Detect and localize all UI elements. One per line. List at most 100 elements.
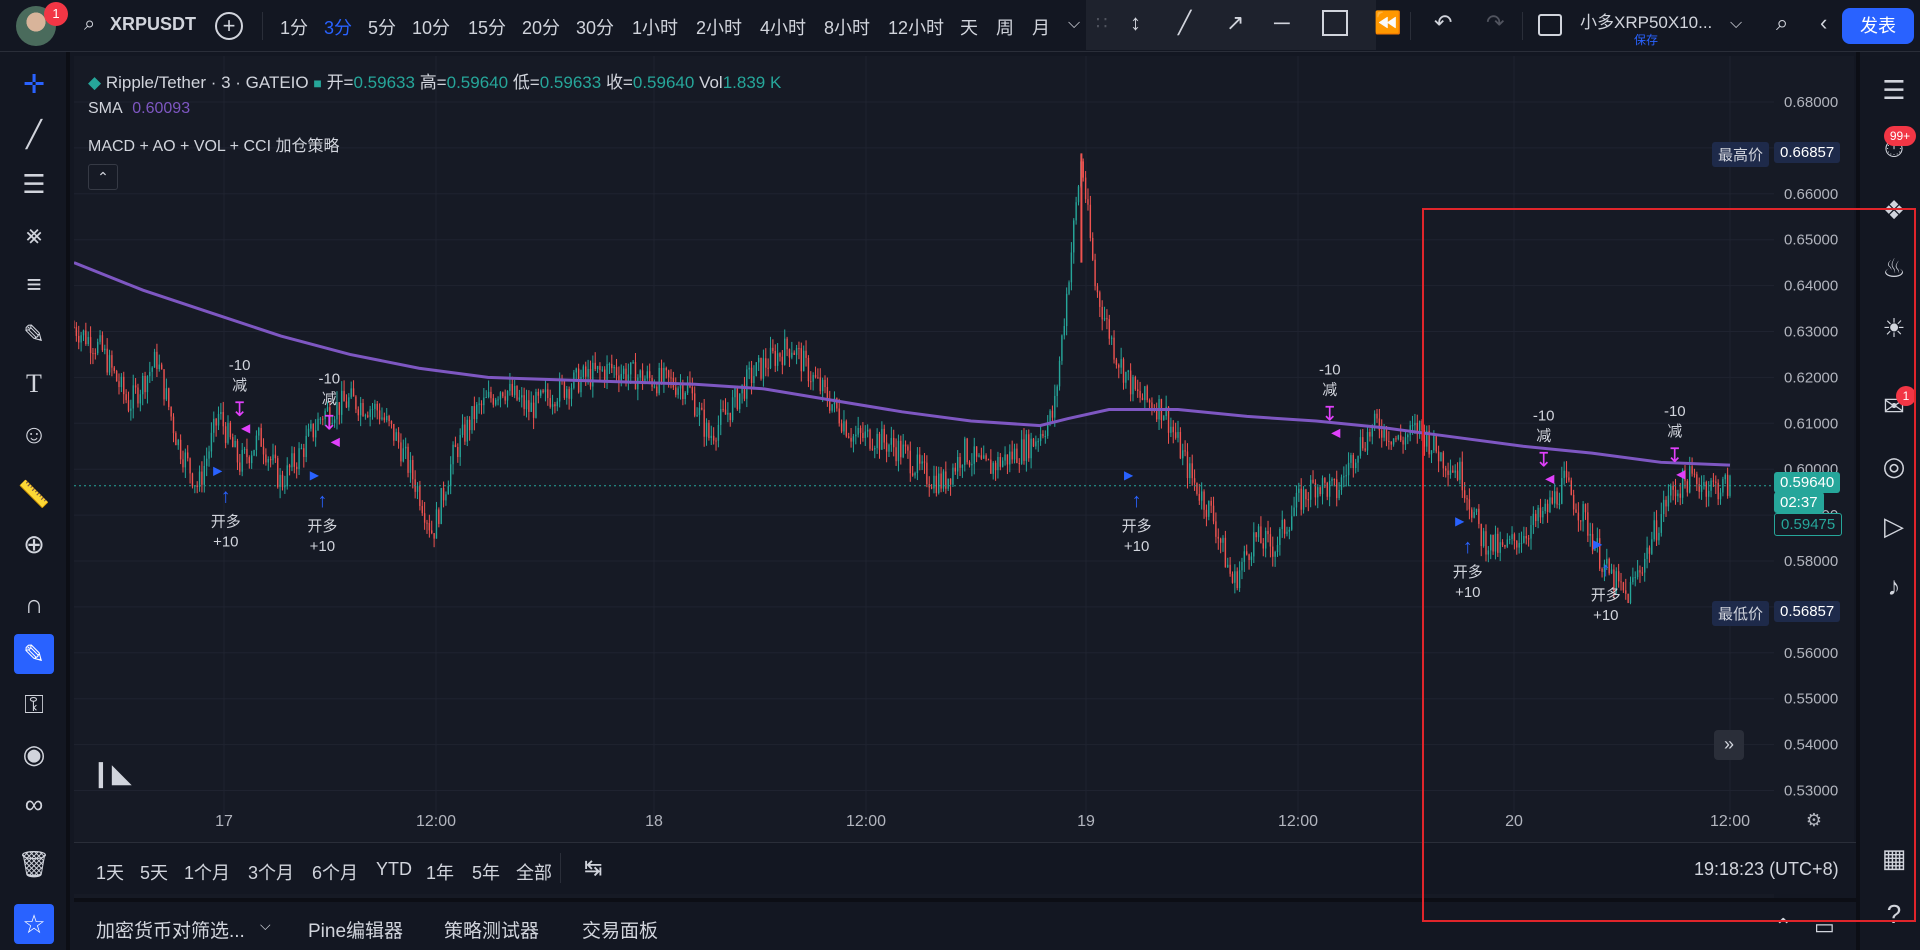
trend-line-icon[interactable]: ╱: [1178, 12, 1191, 34]
collapse-legend-button[interactable]: ⌃: [88, 164, 118, 190]
trend-line-tool-icon[interactable]: ╱: [14, 114, 54, 154]
strategy-legend[interactable]: MACD + AO + VOL + CCI 加仓策略: [88, 132, 339, 156]
legend-close-label: 收=: [605, 73, 633, 92]
lock-drawing-icon[interactable]: ✎: [14, 634, 54, 674]
search-icon[interactable]: ⌕: [84, 14, 95, 34]
candle-body: [739, 393, 741, 410]
candle-body: [911, 473, 914, 476]
chevron-left-icon[interactable]: ‹: [1820, 12, 1827, 34]
rectangle-icon[interactable]: [1322, 10, 1348, 36]
interval-8[interactable]: 2小时: [696, 14, 742, 40]
text-tool-icon[interactable]: T: [14, 364, 54, 404]
long-arrow-icon: ↑: [221, 485, 231, 507]
interval-0[interactable]: 1分: [280, 14, 308, 40]
tab-strategy-tester[interactable]: 策略测试器: [444, 916, 539, 943]
candle-body: [883, 428, 885, 443]
goto-date-icon[interactable]: ↹: [584, 857, 602, 879]
save-label[interactable]: 保存: [1634, 31, 1658, 48]
tab-trading-panel[interactable]: 交易面板: [582, 916, 658, 943]
candle-body: [874, 448, 876, 450]
interval-6[interactable]: 30分: [576, 14, 614, 40]
range-7[interactable]: 5年: [472, 859, 500, 885]
interval-10[interactable]: 8小时: [824, 14, 870, 40]
symbol-search[interactable]: XRPUSDT: [110, 14, 196, 35]
interval-2[interactable]: 5分: [368, 14, 396, 40]
quick-search-icon[interactable]: ⌕: [1776, 12, 1788, 34]
high-price-label: 最高价: [1712, 142, 1770, 168]
tab-pine-editor[interactable]: Pine编辑器: [308, 916, 403, 943]
candle-body: [1354, 462, 1357, 469]
candle-body: [857, 428, 859, 435]
time-tick-label: 19: [1077, 813, 1095, 830]
fib-tool-icon[interactable]: ☰: [14, 164, 54, 204]
crosshair-icon[interactable]: ✛: [14, 64, 54, 104]
candle-body: [772, 347, 774, 352]
eye-icon[interactable]: ◉: [14, 734, 54, 774]
publish-button[interactable]: 发表: [1842, 8, 1914, 44]
fullscreen-icon[interactable]: [1538, 14, 1562, 36]
interval-1[interactable]: 3分: [324, 14, 352, 40]
candle-body: [1343, 476, 1345, 478]
star-icon[interactable]: ☆: [14, 904, 54, 944]
chevron-down-icon[interactable]: ⌵: [1730, 16, 1742, 32]
legend-open: 0.59633: [353, 73, 415, 92]
zoom-in-icon[interactable]: ⊕: [14, 524, 54, 564]
replay-icon[interactable]: ⏪: [1374, 12, 1401, 34]
range-6[interactable]: 1年: [426, 859, 454, 885]
lock-icon[interactable]: ⚿: [14, 684, 54, 724]
candle-body: [293, 453, 296, 467]
range-4[interactable]: 6个月: [312, 859, 358, 885]
interval-7[interactable]: 1小时: [632, 14, 678, 40]
candle-body: [345, 401, 348, 408]
chevron-down-icon[interactable]: ⌵: [1068, 16, 1080, 32]
ray-icon[interactable]: ↗: [1226, 12, 1244, 34]
interval-5[interactable]: 20分: [522, 14, 560, 40]
vertical-line-icon[interactable]: ↕: [1130, 12, 1141, 34]
layout-name[interactable]: 小多XRP50X10...: [1580, 8, 1712, 33]
ruler-icon[interactable]: 📏: [14, 474, 54, 514]
range-5[interactable]: YTD: [376, 859, 412, 880]
candle-body: [1030, 438, 1032, 459]
emoji-tool-icon[interactable]: ☺: [14, 414, 54, 454]
candle-body: [592, 362, 594, 387]
chevron-down-icon[interactable]: ⌵: [260, 918, 271, 932]
candle-body: [947, 478, 949, 489]
interval-9[interactable]: 4小时: [760, 14, 806, 40]
candle-body: [914, 472, 916, 476]
watchlist-icon[interactable]: ☰: [1874, 70, 1914, 110]
link-icon[interactable]: ∞: [14, 784, 54, 824]
prediction-tool-icon[interactable]: ≡: [14, 264, 54, 304]
range-3[interactable]: 3个月: [248, 859, 294, 885]
trash-icon[interactable]: 🗑: [14, 844, 54, 884]
candle-body: [440, 488, 442, 524]
interval-14[interactable]: 月: [1032, 14, 1050, 40]
legend-title[interactable]: Ripple/Tether · 3 · GATEIO: [106, 73, 309, 92]
drag-handle-icon[interactable]: ∷: [1096, 14, 1107, 32]
redo-icon[interactable]: ↷: [1486, 12, 1504, 34]
compare-add-icon[interactable]: +: [215, 12, 243, 40]
interval-3[interactable]: 10分: [412, 14, 450, 40]
range-8[interactable]: 全部: [516, 859, 552, 885]
tab-screener[interactable]: 加密货币对筛选...: [96, 916, 245, 943]
interval-11[interactable]: 12小时: [888, 14, 944, 40]
undo-icon[interactable]: ↶: [1434, 12, 1452, 34]
candle-body: [575, 368, 577, 373]
horizontal-line-icon[interactable]: ─: [1274, 12, 1290, 34]
interval-13[interactable]: 周: [996, 14, 1014, 40]
interval-4[interactable]: 15分: [468, 14, 506, 40]
candle-body: [158, 364, 160, 370]
interval-12[interactable]: 天: [960, 14, 978, 40]
range-1[interactable]: 5天: [140, 859, 168, 885]
candle-body: [1390, 441, 1392, 445]
range-0[interactable]: 1天: [96, 859, 124, 885]
magnet-icon[interactable]: ∩: [14, 584, 54, 624]
price-tick-label: 0.68000: [1784, 94, 1838, 111]
candle-body: [241, 449, 243, 472]
sma-legend[interactable]: SMA 0.60093: [88, 100, 190, 118]
pattern-tool-icon[interactable]: ⨳: [14, 214, 54, 254]
candle-body: [1189, 463, 1191, 479]
range-2[interactable]: 1个月: [184, 859, 230, 885]
candle-body: [144, 375, 146, 393]
brush-tool-icon[interactable]: ✎: [14, 314, 54, 354]
candle-body: [421, 506, 423, 514]
